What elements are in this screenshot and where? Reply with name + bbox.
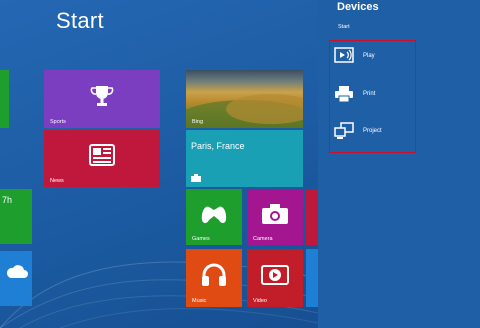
tile-sports-label: Sports: [50, 119, 66, 125]
device-print-label: Print: [363, 91, 376, 97]
play-to-device-icon: [333, 46, 355, 66]
tile-news-label: News: [50, 178, 64, 184]
cloud-icon: [6, 265, 28, 278]
tile-games[interactable]: Games: [186, 189, 242, 245]
devices-title: Devices: [337, 1, 379, 13]
weather-city: Paris, France: [191, 141, 245, 151]
tile-video-label: Video: [253, 298, 267, 304]
news-icon: [89, 144, 115, 167]
device-play[interactable]: Play: [333, 43, 411, 69]
partial-tile-green-2[interactable]: 7h: [0, 189, 32, 244]
tile-bing-label: Bing: [192, 119, 204, 125]
weather-app-icon: [191, 174, 201, 182]
partial-tile-right[interactable]: [306, 189, 318, 245]
headphones-icon: [202, 263, 226, 286]
device-project[interactable]: Project: [333, 118, 411, 144]
start-title: Start: [56, 8, 104, 33]
tile-music-label: Music: [192, 298, 207, 304]
device-project-label: Project: [363, 128, 382, 134]
tile-bing[interactable]: Bing: [186, 70, 303, 128]
start-screen: Start 7h Sports News Bing Paris, France …: [0, 0, 318, 328]
project-display-icon: [333, 121, 355, 141]
landscape-image: [186, 70, 303, 128]
tile-weather[interactable]: Paris, France: [186, 130, 303, 187]
partial-tile-label: 7h: [2, 195, 13, 205]
tile-camera[interactable]: Camera: [247, 189, 303, 245]
partial-tile-right-2[interactable]: [306, 249, 318, 307]
camera-icon: [262, 203, 288, 224]
tile-camera-label: Camera: [253, 236, 273, 242]
tile-sports[interactable]: Sports: [44, 70, 160, 128]
partial-tile-green[interactable]: [0, 70, 9, 128]
devices-subtitle: Start: [338, 24, 350, 30]
tile-video[interactable]: Video: [247, 249, 303, 307]
xbox-controller-icon: [201, 206, 227, 223]
printer-icon: [333, 84, 355, 104]
trophy-icon: [90, 85, 114, 106]
video-play-icon: [261, 264, 289, 285]
tile-news[interactable]: News: [44, 130, 160, 187]
partial-tile-skydrive[interactable]: [0, 251, 32, 306]
device-play-label: Play: [363, 53, 375, 59]
tile-games-label: Games: [192, 236, 210, 242]
tile-music[interactable]: Music: [186, 249, 242, 307]
device-print[interactable]: Print: [333, 81, 411, 107]
